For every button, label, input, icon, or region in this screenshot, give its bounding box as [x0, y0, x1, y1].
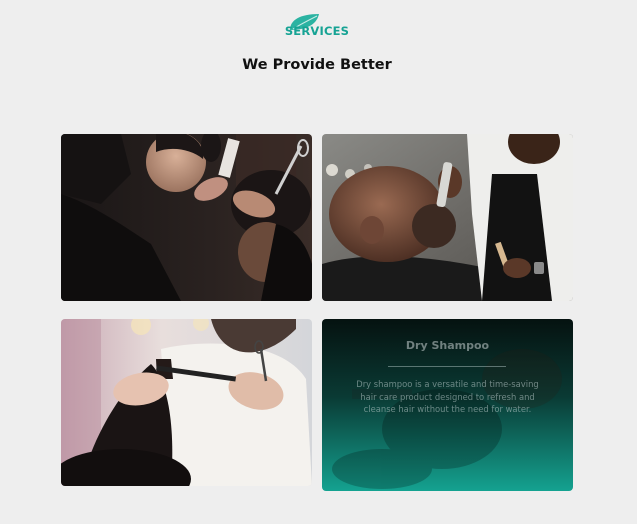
stylist-cutting-long-hair-photo [61, 319, 312, 486]
section-title: We Provide Better [242, 57, 392, 73]
card-divider [388, 366, 506, 367]
section-eyebrow: SERVICES [284, 24, 350, 38]
service-card-dry-shampoo[interactable]: Dry Shampoo Dry shampoo is a versatile a… [322, 319, 573, 491]
service-card-hair-styling[interactable] [61, 319, 312, 486]
service-card-beard-trim[interactable] [322, 134, 573, 301]
services-section: SERVICES We Provide Better Dry Shampoo D… [0, 0, 637, 524]
barber-trimming-beard-photo [322, 134, 573, 301]
card-title: Dry Shampoo [405, 339, 490, 352]
service-card-haircut[interactable] [61, 134, 312, 301]
card-overlay: Dry Shampoo Dry shampoo is a versatile a… [322, 319, 573, 491]
card-description: Dry shampoo is a versatile and time-savi… [356, 379, 539, 414]
barber-cutting-hair-photo [61, 134, 312, 301]
